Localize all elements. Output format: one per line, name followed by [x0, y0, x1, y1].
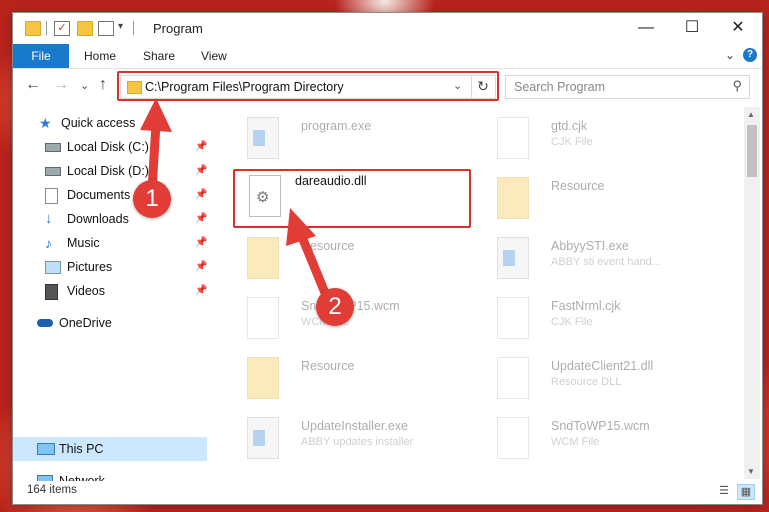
tutorial-arrows	[140, 98, 335, 310]
step-1-badge: 1	[133, 180, 171, 218]
arrow-1	[140, 98, 172, 195]
step-2-badge: 2	[316, 288, 354, 326]
